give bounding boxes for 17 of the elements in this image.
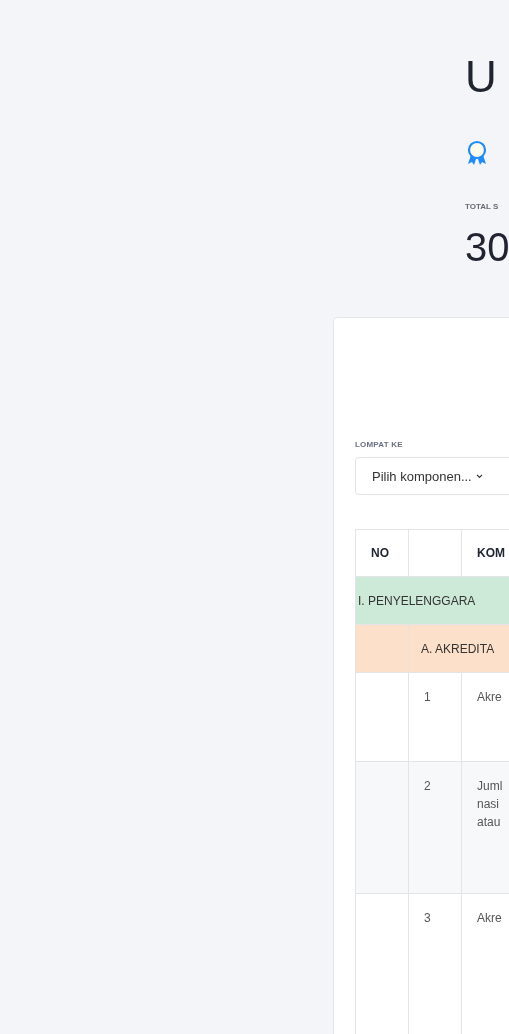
table-cell: Akre bbox=[461, 893, 509, 1034]
table-cell: Akre bbox=[461, 672, 509, 762]
table-cell: Juml nasi atau bbox=[461, 761, 509, 894]
table-cell: 1 bbox=[408, 672, 462, 762]
page-title: U bbox=[465, 51, 498, 103]
jump-label: LOMPAT KE bbox=[355, 440, 404, 449]
column-header: NO bbox=[355, 529, 409, 577]
table-cell: 3 bbox=[408, 893, 462, 1034]
component-select[interactable]: Pilih komponen... bbox=[355, 457, 509, 495]
column-header: KOM bbox=[461, 529, 509, 577]
chevron-down-icon bbox=[475, 473, 483, 479]
total-label: TOTAL S bbox=[465, 202, 500, 211]
section-row: I. PENYELENGGARA bbox=[355, 576, 509, 625]
subsection-row: A. AKREDITA bbox=[408, 624, 509, 673]
total-value: 30 bbox=[465, 225, 509, 269]
award-ribbon-icon bbox=[465, 140, 489, 166]
table-cell: 2 bbox=[408, 761, 462, 894]
